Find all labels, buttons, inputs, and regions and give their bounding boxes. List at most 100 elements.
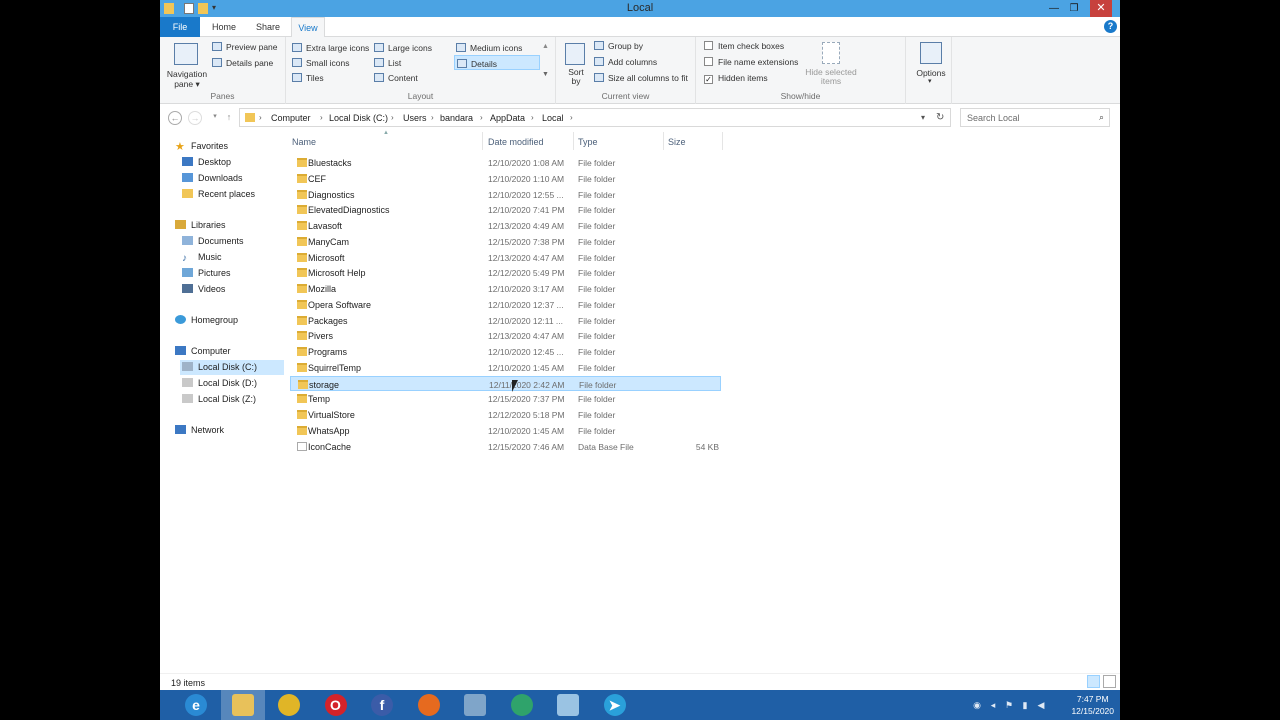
file-row[interactable]: Opera Software 12/10/2020 12:37 ... File f… bbox=[290, 297, 721, 312]
breadcrumb-appdata[interactable]: AppData bbox=[490, 113, 525, 123]
file-row[interactable]: Packages 12/10/2020 12:11 ... File folder bbox=[290, 313, 721, 328]
file-row[interactable]: Lavasoft 12/13/2020 4:49 AM File folder bbox=[290, 218, 721, 233]
taskbar-browser[interactable] bbox=[500, 690, 544, 720]
hide-selected-items-button[interactable]: Hide selected items bbox=[802, 68, 860, 86]
address-bar[interactable]: › Computer › Local Disk (C:) › Users › b… bbox=[239, 108, 951, 127]
breadcrumb-separator[interactable]: › bbox=[480, 113, 483, 122]
column-divider[interactable] bbox=[722, 132, 723, 150]
search-icon[interactable]: ⌕ bbox=[1099, 112, 1104, 123]
large-icons-view-icon[interactable] bbox=[1103, 675, 1116, 688]
taskbar-file-explorer[interactable] bbox=[220, 690, 265, 720]
clock[interactable]: 7:47 PM 12/15/2020 bbox=[1071, 693, 1114, 717]
sort-by-button[interactable]: Sort by bbox=[564, 68, 588, 86]
nav-computer[interactable]: Computer bbox=[175, 346, 231, 356]
taskbar-chrome[interactable] bbox=[267, 690, 311, 720]
breadcrumb-separator[interactable]: › bbox=[259, 113, 262, 122]
breadcrumb-users[interactable]: Users bbox=[403, 113, 427, 123]
file-row[interactable]: storage 12/11/2020 2:42 AM File folder bbox=[290, 375, 721, 391]
item-check-boxes-checkbox[interactable] bbox=[704, 41, 713, 50]
nav-pictures[interactable]: Pictures bbox=[182, 268, 231, 278]
forward-icon[interactable]: → bbox=[188, 111, 202, 125]
nav-homegroup[interactable]: Homegroup bbox=[175, 315, 238, 325]
taskbar-facebook[interactable]: f bbox=[360, 690, 404, 720]
up-icon[interactable]: ↑ bbox=[222, 111, 236, 125]
nav-videos[interactable]: Videos bbox=[182, 284, 225, 294]
file-row[interactable]: Diagnostics 12/10/2020 12:55 ... File fold… bbox=[290, 187, 721, 202]
taskbar-firefox[interactable] bbox=[407, 690, 451, 720]
taskbar-internet-explorer[interactable]: e bbox=[174, 690, 218, 720]
power-icon[interactable]: ▮ bbox=[1020, 700, 1030, 710]
close-button[interactable]: ✕ bbox=[1090, 0, 1112, 17]
search-box[interactable]: Search Local ⌕ bbox=[960, 108, 1110, 127]
breadcrumb-separator[interactable]: › bbox=[431, 113, 434, 122]
refresh-icon[interactable]: ↻ bbox=[936, 112, 944, 123]
tab-view[interactable]: View bbox=[291, 17, 325, 38]
nav-libraries[interactable]: Libraries bbox=[175, 220, 226, 230]
column-divider[interactable] bbox=[573, 132, 574, 150]
column-name[interactable]: Name bbox=[292, 137, 316, 147]
column-divider[interactable] bbox=[482, 132, 483, 150]
tab-share[interactable]: Share bbox=[248, 17, 288, 37]
details-option[interactable]: Details bbox=[454, 55, 540, 70]
nav-desktop[interactable]: Desktop bbox=[182, 157, 231, 167]
show-hidden-icons-icon[interactable]: ◂ bbox=[988, 700, 998, 710]
file-row[interactable]: Pivers 12/13/2020 4:47 AM File folder bbox=[290, 328, 721, 343]
file-row[interactable]: VirtualStore 12/12/2020 5:18 PM File folde… bbox=[290, 407, 721, 422]
nav-downloads[interactable]: Downloads bbox=[182, 173, 243, 183]
nav-favorites[interactable]: ★ Favorites bbox=[175, 141, 228, 153]
column-type[interactable]: Type bbox=[578, 137, 598, 147]
restore-button[interactable]: ❐ bbox=[1062, 0, 1086, 17]
file-row[interactable]: Bluestacks 12/10/2020 1:08 AM File folder bbox=[290, 155, 721, 170]
taskbar-notepad[interactable] bbox=[546, 690, 590, 720]
options-dropdown-icon[interactable]: ▾ bbox=[928, 77, 932, 85]
search-input[interactable]: Search Local bbox=[967, 113, 1020, 123]
breadcrumb-separator[interactable]: › bbox=[531, 113, 534, 122]
file-name-extensions-checkbox[interactable] bbox=[704, 57, 713, 66]
tiles-option[interactable]: Tiles bbox=[292, 73, 324, 83]
recent-locations-icon[interactable]: ▾ bbox=[208, 111, 222, 125]
breadcrumb-computer[interactable]: Computer bbox=[271, 113, 311, 123]
action-center-icon[interactable]: ⚑ bbox=[1004, 700, 1014, 710]
small-icons-option[interactable]: Small icons bbox=[292, 58, 349, 68]
nav-local-disk-z[interactable]: Local Disk (Z:) bbox=[182, 394, 256, 404]
breadcrumb-bandara[interactable]: bandara bbox=[440, 113, 473, 123]
file-row[interactable]: Programs 12/10/2020 12:45 ... File folder bbox=[290, 344, 721, 359]
hidden-items-toggle[interactable]: ✓ Hidden items bbox=[704, 73, 768, 84]
extra-large-icons-option[interactable]: Extra large icons bbox=[292, 43, 369, 53]
layout-expand-icon[interactable]: ▼ bbox=[542, 71, 549, 78]
file-row[interactable]: Microsoft 12/13/2020 4:47 AM File folder bbox=[290, 250, 721, 265]
file-row[interactable]: ElevatedDiagnostics 12/10/2020 7:41 PM Fil… bbox=[290, 202, 721, 217]
volume-icon[interactable]: ◀ bbox=[1036, 700, 1046, 710]
nav-local-disk-c[interactable]: Local Disk (C:) bbox=[180, 360, 284, 375]
file-row[interactable]: SquirrelTemp 12/10/2020 1:45 AM File folde… bbox=[290, 360, 721, 375]
breadcrumb-local[interactable]: Local bbox=[542, 113, 564, 123]
breadcrumb-separator[interactable]: › bbox=[570, 113, 573, 122]
breadcrumb-separator[interactable]: › bbox=[320, 113, 323, 122]
column-date-modified[interactable]: Date modified bbox=[488, 137, 544, 147]
item-check-boxes-toggle[interactable]: Item check boxes bbox=[704, 41, 784, 51]
nav-local-disk-d[interactable]: Local Disk (D:) bbox=[182, 378, 257, 388]
file-row[interactable]: Mozilla 12/10/2020 3:17 AM File folder bbox=[290, 281, 721, 296]
large-icons-option[interactable]: Large icons bbox=[374, 43, 432, 53]
taskbar-telegram[interactable]: ➤ bbox=[593, 690, 637, 720]
title-bar[interactable]: ▾ Local — ❐ ✕ bbox=[160, 0, 1120, 17]
nav-network[interactable]: Network bbox=[175, 425, 224, 435]
column-size[interactable]: Size bbox=[668, 137, 686, 147]
details-pane-button[interactable]: Details pane bbox=[212, 58, 273, 68]
tab-file[interactable]: File bbox=[160, 17, 200, 37]
nav-recent-places[interactable]: Recent places bbox=[182, 189, 255, 199]
file-row[interactable]: IconCache 12/15/2020 7:46 AM Data Base Fil… bbox=[290, 439, 721, 454]
address-dropdown-icon[interactable]: ▾ bbox=[921, 113, 925, 122]
column-divider[interactable] bbox=[663, 132, 664, 150]
size-all-columns-button[interactable]: Size all columns to fit bbox=[594, 73, 688, 83]
back-icon[interactable]: ← bbox=[168, 111, 182, 125]
list-option[interactable]: List bbox=[374, 58, 401, 68]
group-by-button[interactable]: Group by bbox=[594, 41, 643, 51]
medium-icons-option[interactable]: Medium icons bbox=[456, 43, 522, 53]
file-row[interactable]: ManyCam 12/15/2020 7:38 PM File folder bbox=[290, 234, 721, 249]
taskbar-control-panel[interactable] bbox=[453, 690, 497, 720]
navigation-pane-button[interactable]: Navigation pane ▾ bbox=[166, 69, 208, 89]
hidden-items-checkbox[interactable]: ✓ bbox=[704, 75, 713, 84]
file-row[interactable]: CEF 12/10/2020 1:10 AM File folder bbox=[290, 171, 721, 186]
file-row[interactable]: Temp 12/15/2020 7:37 PM File folder bbox=[290, 391, 721, 406]
